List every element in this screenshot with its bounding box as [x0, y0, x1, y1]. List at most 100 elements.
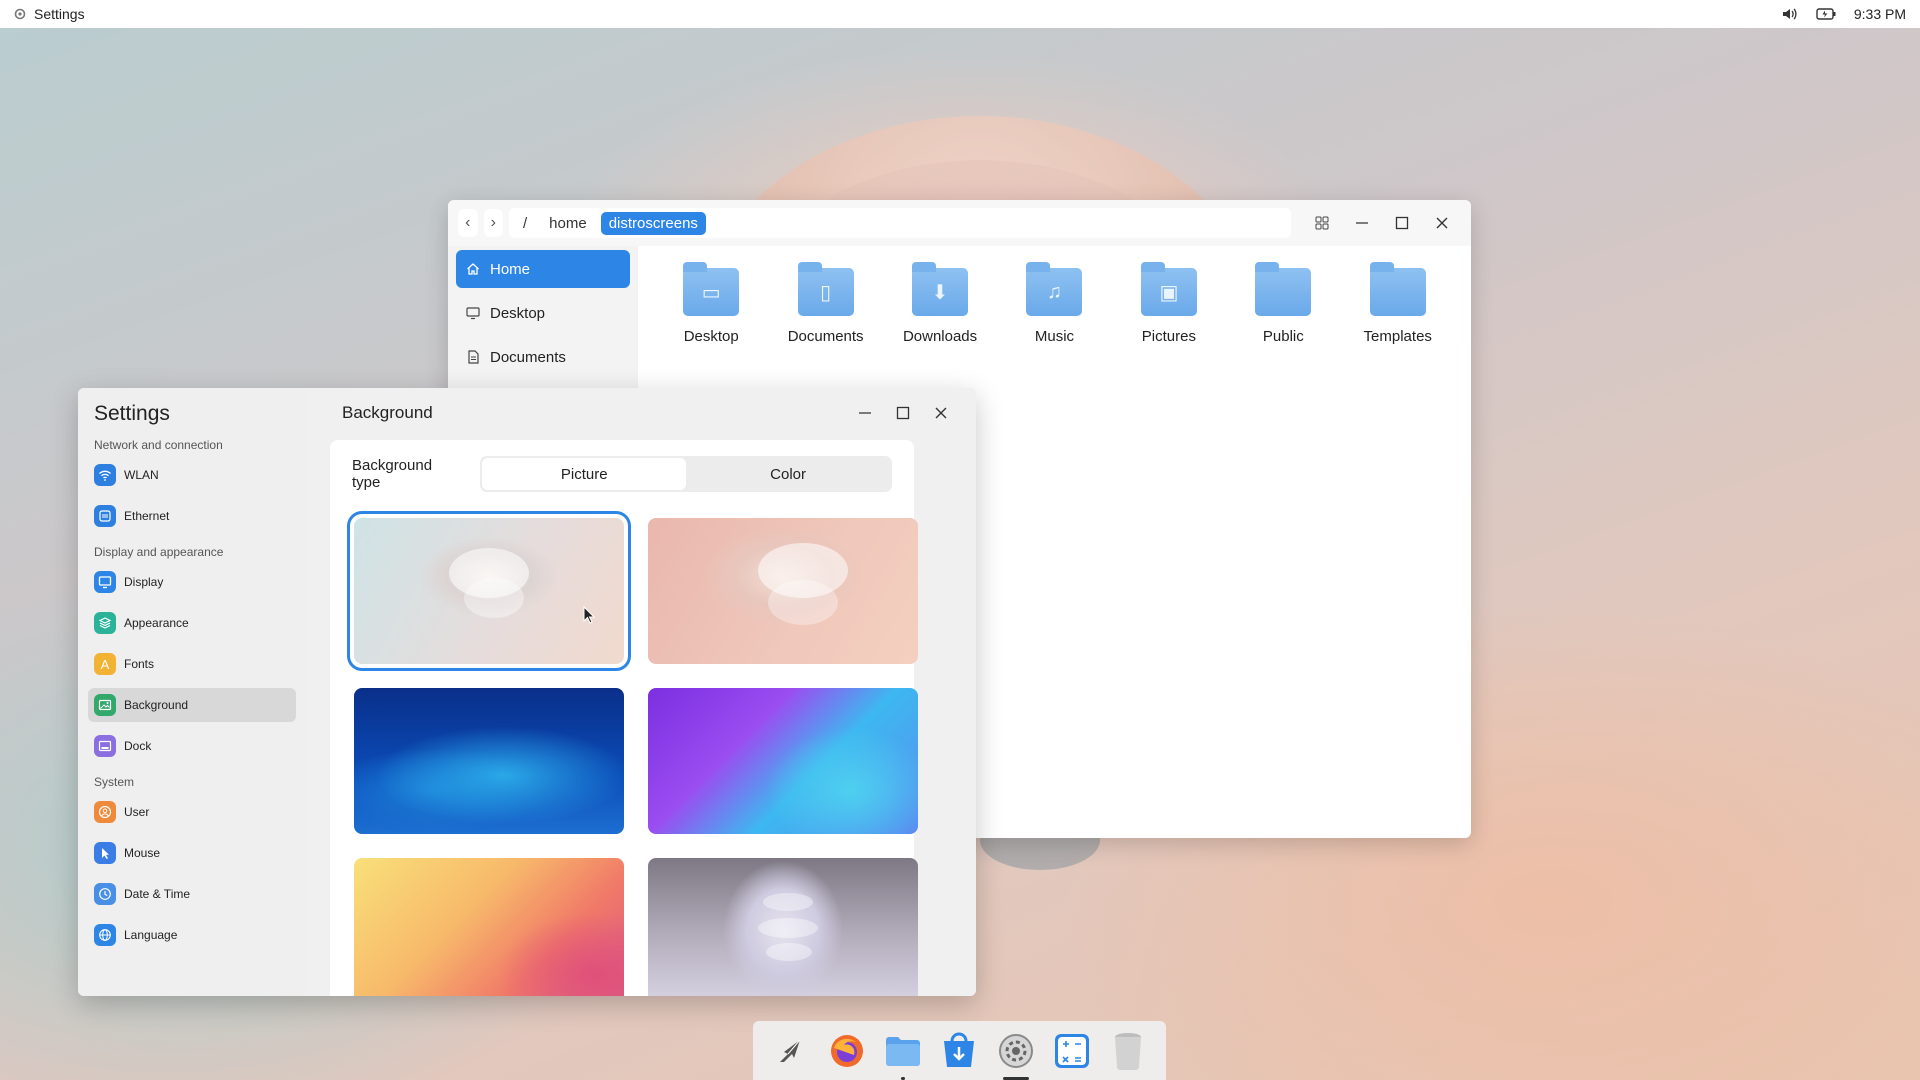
folder-pictures[interactable]: ▣ Pictures: [1112, 262, 1226, 820]
dock-icon: [94, 735, 116, 757]
file-manager-toolbar: ‹ › / home distroscreens: [448, 200, 1471, 246]
maximize-button[interactable]: [1383, 208, 1421, 238]
group-network: Network and connection: [94, 438, 223, 452]
launcher-icon[interactable]: [769, 1029, 813, 1073]
active-app[interactable]: Settings: [14, 6, 85, 22]
maximize-button[interactable]: [884, 398, 922, 428]
folder-label: Music: [1034, 328, 1075, 345]
home-icon: [467, 263, 479, 275]
wallpaper-sculpture-teal[interactable]: [347, 511, 631, 671]
sidebar-item-home[interactable]: Home: [456, 250, 630, 288]
sidebar-item-label: Desktop: [490, 304, 546, 322]
minimize-icon: [1356, 222, 1368, 224]
wallpaper-yellow-coral[interactable]: [354, 858, 624, 996]
background-type-picture[interactable]: Picture: [482, 458, 687, 490]
sidebar-item-date-time[interactable]: Date & Time: [88, 877, 296, 911]
background-icon: [94, 694, 116, 716]
downloads-folder-icon: ⬇: [912, 262, 969, 316]
folder-label: Templates: [1363, 328, 1432, 345]
sidebar-item-language[interactable]: Language: [88, 918, 296, 952]
maximize-icon: [1395, 216, 1409, 230]
sidebar-item-dock[interactable]: Dock: [88, 729, 296, 763]
globe-icon: [94, 924, 116, 946]
back-button[interactable]: ‹: [458, 209, 478, 237]
documents-folder-icon: ▯: [797, 262, 854, 316]
calculator-icon[interactable]: [1050, 1029, 1094, 1073]
sidebar-item-label: Fonts: [124, 657, 155, 671]
wallpaper-purple-cyan[interactable]: [648, 688, 918, 834]
sidebar-item-appearance[interactable]: Appearance: [88, 606, 296, 640]
battery-icon[interactable]: [1816, 8, 1836, 20]
folder-label: Pictures: [1141, 328, 1196, 345]
sidebar-item-user[interactable]: User: [88, 795, 296, 829]
sidebar-item-background[interactable]: Background: [88, 688, 296, 722]
close-button[interactable]: [922, 398, 960, 428]
breadcrumb-current[interactable]: distroscreens: [600, 211, 706, 235]
sidebar-item-label: Ethernet: [124, 509, 170, 523]
wallpaper-sculpture-pink[interactable]: [648, 518, 918, 664]
breadcrumb-root[interactable]: /: [515, 212, 535, 235]
dock: [753, 1021, 1166, 1080]
folder-templates[interactable]: Templates: [1341, 262, 1455, 820]
close-icon: [1436, 217, 1448, 229]
mouse-icon: [94, 842, 116, 864]
wallpaper-blue-waves[interactable]: [354, 688, 624, 834]
sidebar-item-desktop[interactable]: Desktop: [456, 294, 630, 332]
background-type-switch: Picture Color: [480, 456, 892, 492]
background-type-color[interactable]: Color: [686, 458, 890, 490]
wallpaper-sculpture-grey[interactable]: [648, 858, 918, 996]
running-indicator: [901, 1076, 906, 1080]
minimize-button[interactable]: [846, 398, 884, 428]
sidebar-item-label: Documents: [490, 348, 566, 366]
firefox-icon[interactable]: [825, 1029, 869, 1073]
sidebar-item-label: WLAN: [124, 468, 159, 482]
mouse-cursor: [583, 606, 595, 624]
folder-public[interactable]: Public: [1226, 262, 1340, 820]
sidebar-item-display[interactable]: Display: [88, 565, 296, 599]
sidebar-item-documents[interactable]: Documents: [456, 338, 630, 376]
document-icon: [468, 350, 479, 364]
wallpaper-grid: [347, 511, 918, 996]
group-display: Display and appearance: [94, 545, 224, 559]
folder-music[interactable]: ♫ Music: [997, 262, 1111, 820]
file-manager-icon[interactable]: [881, 1029, 925, 1080]
settings-window: Settings Network and connection WLAN Eth…: [78, 388, 976, 996]
sidebar-item-mouse[interactable]: Mouse: [88, 836, 296, 870]
chevron-right-icon: ›: [490, 214, 496, 231]
desktop-folder-icon: ▭: [683, 262, 740, 316]
display-icon: [94, 571, 116, 593]
sidebar-item-ethernet[interactable]: Ethernet: [88, 499, 296, 533]
public-folder-icon: [1255, 262, 1312, 316]
trash-icon[interactable]: [1106, 1029, 1150, 1073]
wifi-icon: [94, 464, 116, 486]
app-store-icon[interactable]: [937, 1029, 981, 1073]
clock[interactable]: 9:33 PM: [1854, 6, 1906, 22]
maximize-icon: [896, 406, 910, 420]
active-indicator: [1002, 1076, 1029, 1080]
sidebar-item-label: User: [124, 805, 150, 819]
close-button[interactable]: [1423, 208, 1461, 238]
minimize-button[interactable]: [1343, 208, 1381, 238]
grid-view-icon: [1315, 216, 1329, 230]
background-type-row: Background type Picture Color: [330, 440, 914, 508]
breadcrumb: / home distroscreens: [509, 208, 1291, 238]
view-mode-button[interactable]: [1303, 208, 1341, 238]
sidebar-item-label: Dock: [124, 739, 152, 753]
monitor-icon: [466, 307, 480, 320]
breadcrumb-home[interactable]: home: [541, 212, 595, 235]
volume-icon[interactable]: [1782, 7, 1798, 21]
sidebar-item-label: Home: [490, 260, 531, 278]
page-title: Background: [342, 403, 433, 422]
background-type-label: Background type: [352, 457, 433, 491]
settings-header: Background: [306, 388, 976, 438]
sidebar-item-fonts[interactable]: A Fonts: [88, 647, 296, 681]
sidebar-item-label: Date & Time: [124, 887, 191, 901]
sidebar-item-label: Mouse: [124, 846, 161, 860]
folder-label: Desktop: [683, 328, 739, 345]
forward-button[interactable]: ›: [483, 209, 503, 237]
templates-folder-icon: [1369, 262, 1426, 316]
folder-label: Downloads: [902, 328, 978, 345]
sidebar-item-wlan[interactable]: WLAN: [88, 458, 296, 492]
top-panel: Settings 9:33 PM: [0, 0, 1920, 28]
settings-icon[interactable]: [994, 1029, 1038, 1080]
